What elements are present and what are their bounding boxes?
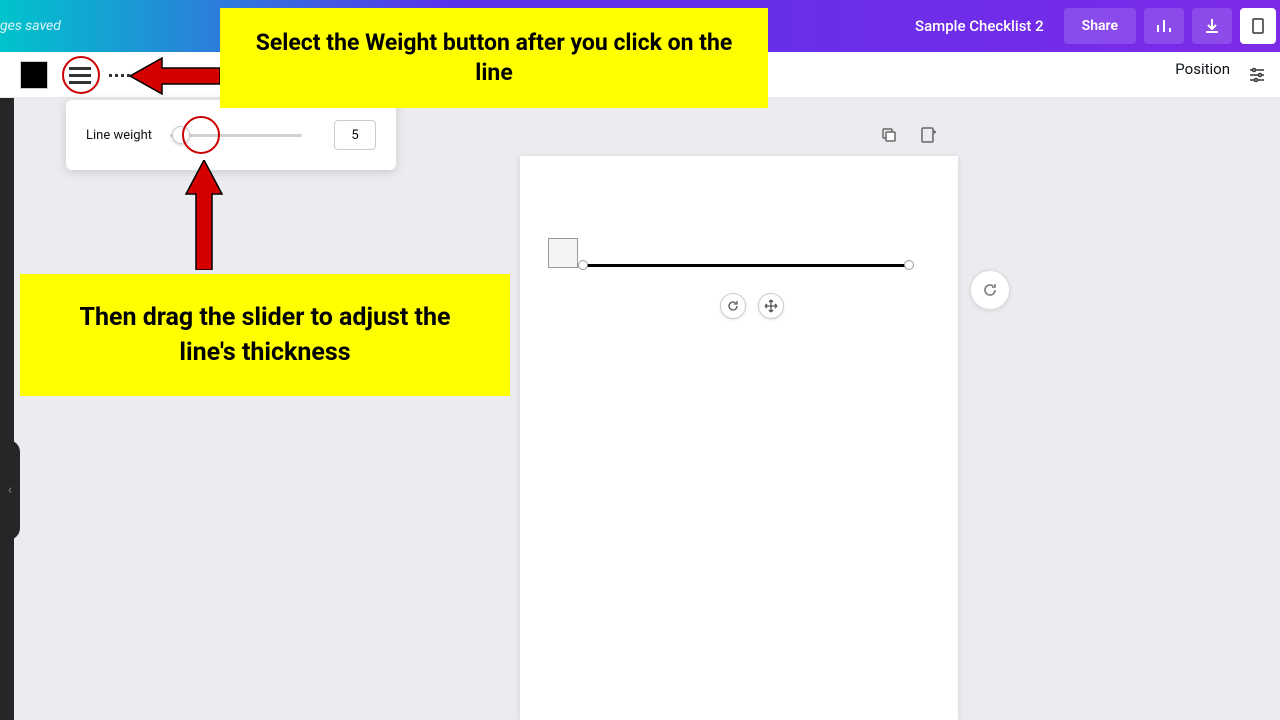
line-element[interactable] — [582, 263, 910, 267]
position-button[interactable]: Position — [1175, 60, 1230, 78]
side-panel-edge — [0, 0, 14, 720]
document-icon — [1249, 17, 1267, 35]
rotate-icon — [726, 299, 740, 313]
line-weight-button[interactable] — [62, 57, 98, 93]
weight-label: Line weight — [86, 128, 152, 143]
weight-slider-thumb[interactable] — [172, 126, 190, 144]
annotation-arrow-left — [130, 52, 220, 100]
side-panel-collapse[interactable] — [0, 440, 20, 540]
tutorial-callout-2: Then drag the slider to adjust the line'… — [20, 274, 510, 396]
annotation-arrow-up — [180, 160, 228, 270]
weight-slider[interactable] — [170, 134, 302, 137]
insights-button[interactable] — [1144, 8, 1184, 44]
rotate-handle[interactable] — [720, 293, 746, 319]
refresh-icon — [980, 280, 1000, 300]
line-weight-panel: Line weight — [66, 100, 396, 170]
move-icon — [764, 299, 778, 313]
checkbox-element[interactable] — [548, 238, 578, 268]
share-button[interactable]: Share — [1064, 8, 1136, 44]
line-handle-end[interactable] — [904, 260, 914, 270]
weight-value-input[interactable] — [334, 120, 376, 150]
line-handle-start[interactable] — [578, 260, 588, 270]
tutorial-callout-1: Select the Weight button after you click… — [220, 8, 768, 108]
present-button[interactable] — [1240, 8, 1276, 44]
download-icon — [1203, 17, 1221, 35]
line-color-picker[interactable] — [20, 61, 48, 89]
canvas-page[interactable] — [520, 156, 958, 720]
add-page-button[interactable] — [918, 124, 940, 146]
reset-button[interactable] — [970, 270, 1010, 310]
sliders-icon — [1247, 65, 1267, 85]
copy-icon — [880, 126, 898, 144]
save-status: ges saved — [0, 18, 61, 34]
chart-icon — [1155, 17, 1173, 35]
add-page-icon — [920, 126, 938, 144]
document-title[interactable]: Sample Checklist 2 — [915, 17, 1044, 35]
adjustments-button[interactable] — [1238, 56, 1276, 94]
download-button[interactable] — [1192, 8, 1232, 44]
duplicate-page-button[interactable] — [878, 124, 900, 146]
line-shape — [582, 264, 910, 267]
move-handle[interactable] — [758, 293, 784, 319]
